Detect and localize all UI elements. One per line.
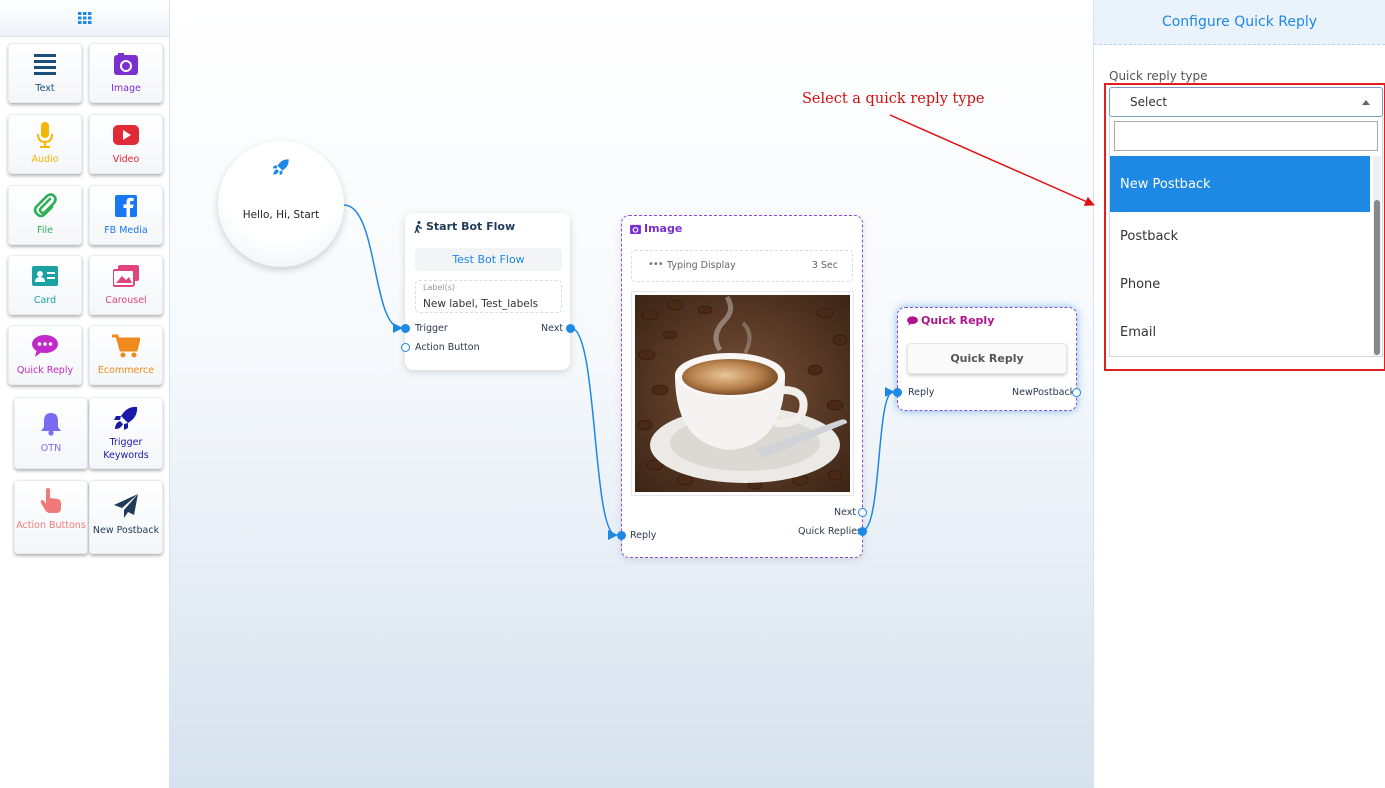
port-label-newpostback: NewPostback <box>1012 387 1076 398</box>
labels-box[interactable]: Label(s) New label, Test_labels <box>415 280 562 313</box>
grid-menu-icon[interactable] <box>77 12 92 24</box>
tile-new-postback[interactable]: New Postback <box>89 480 163 554</box>
dots-icon: ••• <box>648 259 664 270</box>
port-next[interactable] <box>566 324 575 333</box>
tile-image[interactable]: Image <box>89 43 163 103</box>
images-icon <box>113 265 139 287</box>
typing-display-label: Typing Display <box>667 260 736 271</box>
pointer-hand-icon <box>40 488 61 513</box>
tile-label: Quick Reply <box>16 365 74 376</box>
node-title-label: Quick Reply <box>921 314 995 327</box>
tile-text[interactable]: Text <box>8 43 82 103</box>
typing-display-box[interactable]: ••• Typing Display 3 Sec <box>631 250 853 282</box>
port-label-next: Next <box>834 507 857 518</box>
tile-file[interactable]: File <box>8 185 82 245</box>
port-reply[interactable] <box>617 531 626 540</box>
sidebar-header[interactable] <box>0 0 169 37</box>
typing-display-value: 3 Sec <box>811 260 838 271</box>
rocket-icon <box>114 406 138 430</box>
bell-icon <box>41 413 61 436</box>
tile-label: Ecommerce <box>97 365 155 376</box>
walking-person-icon <box>414 220 422 233</box>
tile-label: New Postback <box>92 525 160 536</box>
tile-label: File <box>37 225 53 236</box>
tile-quick-reply[interactable]: Quick Reply <box>8 325 82 385</box>
annotation-text: Select a quick reply type <box>802 91 985 107</box>
tile-action-buttons[interactable]: Action Buttons <box>14 480 88 554</box>
tile-trigger-keywords[interactable]: Trigger Keywords <box>89 397 163 469</box>
tile-label: Video <box>112 154 140 165</box>
cart-icon <box>112 334 140 358</box>
port-quick-replies[interactable] <box>858 527 867 536</box>
port-label-action-button: Action Button <box>415 342 480 353</box>
configure-panel: Configure Quick Reply Quick reply type S… <box>1093 0 1385 788</box>
port-label-reply: Reply <box>630 530 657 541</box>
tile-video[interactable]: Video <box>89 114 163 174</box>
tile-otn[interactable]: OTN <box>14 397 88 469</box>
panel-title: Configure Quick Reply <box>1161 14 1318 30</box>
port-label-trigger: Trigger <box>415 323 448 334</box>
labels-value: New label, Test_labels <box>423 298 539 310</box>
chat-bubble-icon <box>32 335 58 357</box>
tile-fb-media[interactable]: FB Media <box>89 185 163 245</box>
tile-label: Action Buttons <box>16 520 86 531</box>
coffee-image <box>631 291 854 496</box>
tile-audio[interactable]: Audio <box>8 114 82 174</box>
port-newpostback[interactable] <box>1072 388 1081 397</box>
facebook-icon <box>115 195 137 217</box>
tile-label: FB Media <box>104 225 148 236</box>
microphone-icon <box>37 122 53 148</box>
node-title-label: Image <box>644 222 683 235</box>
labels-caption: Label(s) <box>423 283 455 292</box>
paperclip-icon <box>33 193 57 218</box>
port-label-next: Next <box>541 323 564 334</box>
tile-label: Carousel <box>105 295 147 306</box>
chat-bubble-icon <box>907 315 918 326</box>
tile-label: Card <box>33 295 57 306</box>
tile-carousel[interactable]: Carousel <box>89 255 163 315</box>
node-title-label: Start Bot Flow <box>426 220 516 233</box>
tile-label: OTN <box>40 443 62 454</box>
quick-reply-type-label: Quick reply type <box>1109 69 1208 83</box>
image-node[interactable]: Image ••• Typing Display 3 Sec Reply Nex… <box>621 215 863 558</box>
node-title: Quick Reply <box>907 314 994 327</box>
port-action-button[interactable] <box>401 343 410 352</box>
tile-label: Text <box>35 83 55 94</box>
port-next[interactable] <box>858 508 867 517</box>
tile-ecommerce[interactable]: Ecommerce <box>89 325 163 385</box>
tile-label: Trigger Keywords <box>103 437 149 461</box>
youtube-icon <box>113 125 139 145</box>
start-node[interactable]: Hello, Hi, Start <box>218 141 344 267</box>
start-bot-flow-node[interactable]: Start Bot Flow Test Bot Flow Label(s) Ne… <box>405 213 570 370</box>
id-card-icon <box>32 266 58 286</box>
element-sidebar: Text Image Audio Video File FB Media Car… <box>0 0 170 788</box>
tile-label: Audio <box>31 154 59 165</box>
start-node-text: Hello, Hi, Start <box>242 209 320 221</box>
quick-reply-button[interactable]: Quick Reply <box>907 343 1067 374</box>
tile-card[interactable]: Card <box>8 255 82 315</box>
quick-reply-node[interactable]: Quick Reply Quick Reply Reply NewPostbac… <box>897 307 1077 411</box>
port-trigger[interactable] <box>401 324 410 333</box>
port-label-reply: Reply <box>908 387 935 398</box>
tile-label: Image <box>111 83 141 94</box>
rocket-icon <box>272 159 289 176</box>
image-icon <box>114 53 138 75</box>
port-reply[interactable] <box>893 388 902 397</box>
node-title: Start Bot Flow <box>414 220 515 233</box>
panel-header: Configure Quick Reply <box>1094 0 1385 45</box>
highlight-box <box>1104 83 1385 371</box>
port-label-quick-replies: Quick Replies <box>798 526 863 537</box>
node-title: Image <box>630 222 682 235</box>
image-icon <box>630 224 641 234</box>
test-bot-flow-button[interactable]: Test Bot Flow <box>415 248 562 271</box>
text-lines-icon <box>34 54 56 75</box>
paper-plane-icon <box>114 494 138 518</box>
